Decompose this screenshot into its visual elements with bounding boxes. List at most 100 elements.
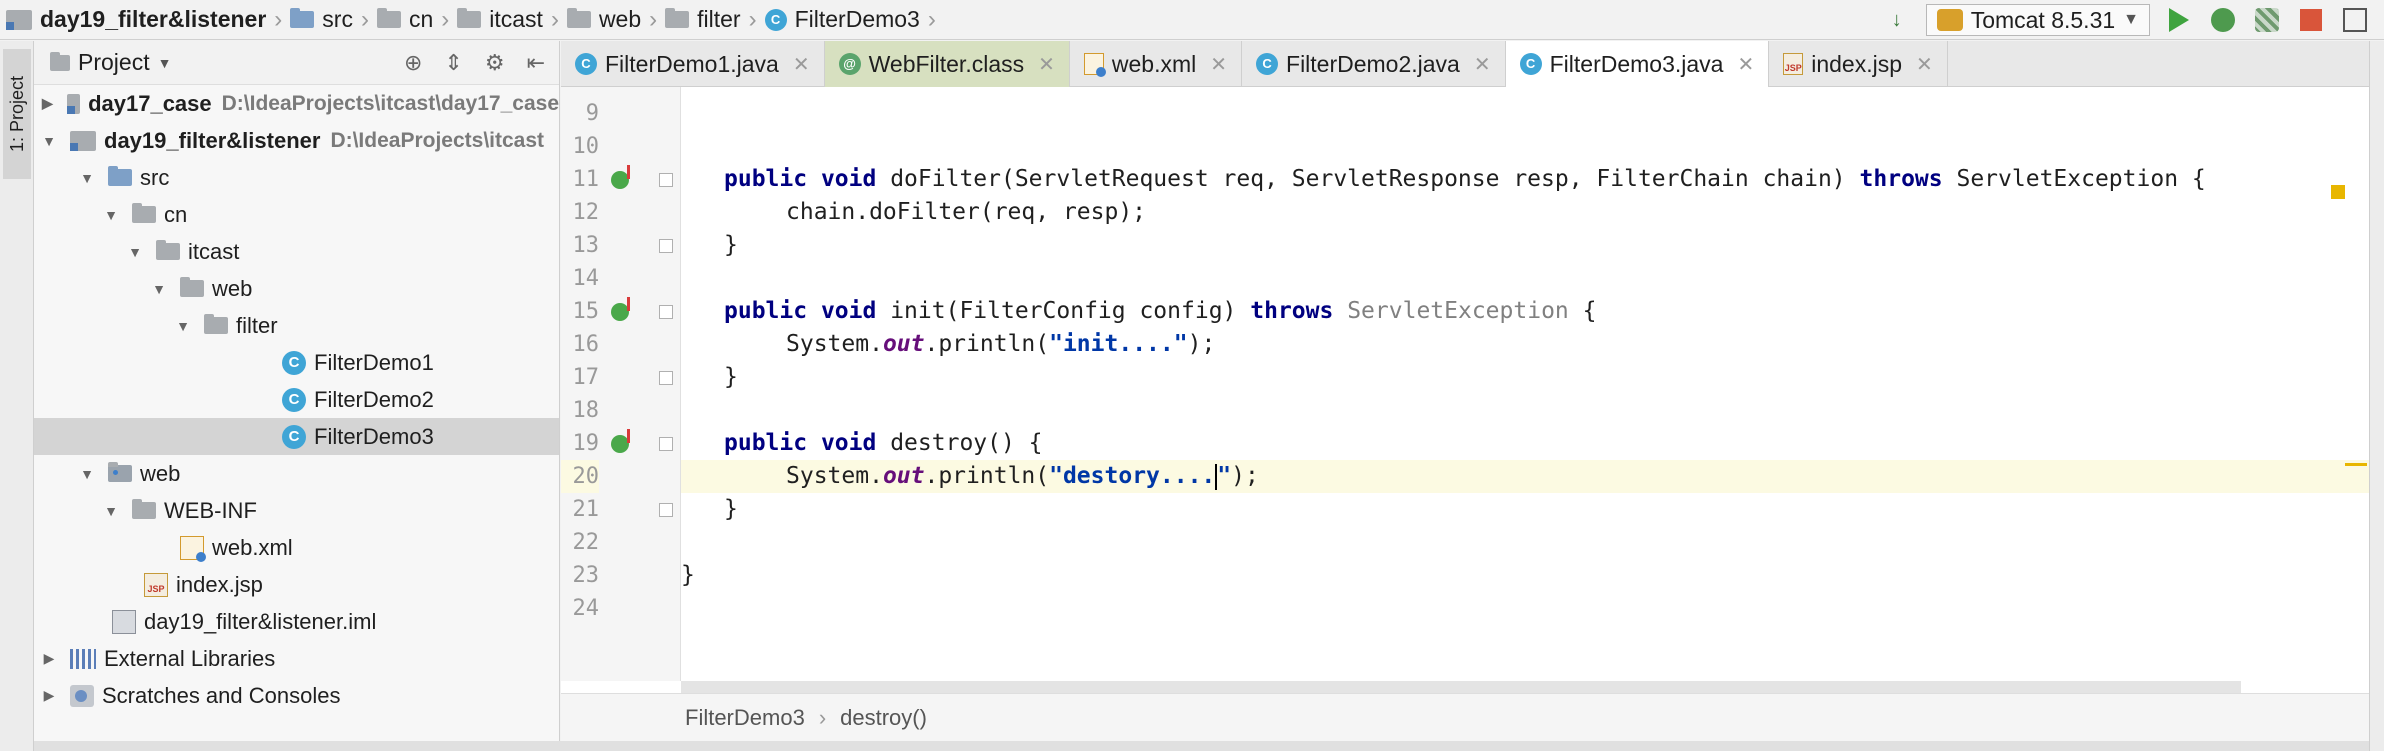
tree-item-index-jsp[interactable]: JSP index.jsp [34,566,559,603]
tab-filterdemo3[interactable]: C FilterDemo3.java ✕ [1505,41,1770,87]
fold-marker-icon[interactable] [659,437,673,451]
stop-button[interactable] [2296,5,2326,35]
crumb-src[interactable]: src [284,6,359,33]
debug-button[interactable] [2208,5,2238,35]
crumb-cn[interactable]: cn [371,6,439,33]
bug-icon [2211,8,2235,32]
crumb-separator: › [550,5,559,33]
code-line-15: public void init(FilterConfig config) th… [724,298,1597,324]
tab-web-xml[interactable]: web.xml ✕ [1070,41,1243,87]
chevron-right-icon[interactable]: ▶ [42,95,53,112]
chevron-down-icon[interactable]: ▼ [80,170,94,186]
chevron-down-icon[interactable]: ▼ [128,244,142,260]
fold-marker-icon[interactable] [659,305,673,319]
warning-stripe[interactable] [2345,463,2367,466]
chevron-down-icon[interactable]: ▼ [80,466,94,482]
class-icon: C [282,350,306,375]
close-icon[interactable]: ✕ [793,52,810,77]
crumb-filter[interactable]: filter [659,6,746,33]
fold-marker-icon[interactable] [659,239,673,253]
coverage-icon [2255,8,2279,32]
crumb-filterdemo3[interactable]: C FilterDemo3 [759,6,926,33]
tree-item-web-package[interactable]: ▼ web [34,270,559,307]
tree-item-filter[interactable]: ▼ filter [34,307,559,344]
close-icon[interactable]: ✕ [1737,52,1754,77]
project-structure-button[interactable] [2340,5,2370,35]
run-configuration-select[interactable]: Tomcat 8.5.31 ▼ [1925,4,2150,36]
tree-item-external-libraries[interactable]: ▶ External Libraries [34,640,559,677]
tree-item-day17-case[interactable]: ▶ day17_case D:\IdeaProjects\itcast\day1… [34,85,559,122]
chevron-right-icon: › [818,704,827,730]
tree-item-filterdemo2[interactable]: C FilterDemo2 [34,381,559,418]
chevron-right-icon[interactable]: ▶ [42,650,56,667]
tree-item-web-folder[interactable]: ▼ web [34,455,559,492]
chevron-down-icon[interactable]: ▼ [158,55,172,71]
hide-panel-icon[interactable]: ⇤ [527,50,545,76]
xml-file-icon [1083,53,1106,77]
editor-breadcrumb: FilterDemo3 › destroy() [561,693,2369,741]
annotation-icon: @ [838,53,861,75]
implements-method-icon[interactable] [611,297,630,321]
line-number: 22 [572,530,600,555]
implements-method-icon[interactable] [611,429,630,453]
chevron-down-icon[interactable]: ▼ [176,318,190,334]
run-button[interactable] [2164,5,2194,35]
chevron-down-icon[interactable]: ▼ [104,207,118,223]
chevron-down-icon[interactable]: ▼ [42,133,56,149]
collapse-all-icon[interactable]: ⇕ [444,50,462,76]
build-icon[interactable]: ↓ [1882,5,1912,35]
close-icon[interactable]: ✕ [1210,52,1227,77]
fold-marker-icon[interactable] [659,173,673,187]
class-icon: C [1519,53,1542,75]
chevron-down-icon[interactable]: ▼ [152,281,166,297]
tree-item-scratches[interactable]: ▶ Scratches and Consoles [34,677,559,714]
close-icon[interactable]: ✕ [1474,52,1491,77]
code-line-11: public void doFilter(ServletRequest req,… [724,166,2206,192]
tree-item-itcast[interactable]: ▼ itcast [34,233,559,270]
panel-tools: ⊕ ⇕ ⚙ ⇤ [404,50,559,76]
line-number: 15 [572,299,600,324]
tree-item-iml[interactable]: day19_filter&listener.iml [34,603,559,640]
chevron-right-icon[interactable]: ▶ [42,687,56,704]
tree-item-web-inf[interactable]: ▼ WEB-INF [34,492,559,529]
tab-webfilter[interactable]: @ WebFilter.class ✕ [824,41,1070,87]
fold-marker-icon[interactable] [659,503,673,517]
package-icon [204,314,228,334]
crumb-project[interactable]: day19_filter&listener [0,6,272,33]
analysis-marker-icon[interactable] [2331,185,2345,199]
left-tool-strip: 1: Project [0,41,34,751]
project-tool-tab[interactable]: 1: Project [3,49,31,179]
tree-item-filterdemo3[interactable]: C FilterDemo3 [34,418,559,455]
close-icon[interactable]: ✕ [1038,52,1055,77]
project-view-select[interactable]: Project [78,49,150,76]
crumb-itcast[interactable]: itcast [451,6,549,33]
tree-item-src[interactable]: ▼ src [34,159,559,196]
line-gutter: 9 10 11 12 13 14 15 16 17 18 19 20 21 22… [561,87,681,681]
tree-item-cn[interactable]: ▼ cn [34,196,559,233]
tree-item-filterdemo1[interactable]: C FilterDemo1 [34,344,559,381]
gear-icon[interactable]: ⚙ [485,50,505,76]
tree-item-web-xml[interactable]: web.xml [34,529,559,566]
locate-icon[interactable]: ⊕ [404,50,422,76]
tab-filterdemo2[interactable]: C FilterDemo2.java ✕ [1242,41,1506,87]
tab-index-jsp[interactable]: JSP index.jsp ✕ [1769,41,1948,87]
chevron-down-icon[interactable]: ▼ [104,503,118,519]
tab-filterdemo1[interactable]: C FilterDemo1.java ✕ [561,41,825,87]
bottom-scrollbar[interactable] [34,741,2369,751]
code-text-area[interactable]: public void doFilter(ServletRequest req,… [681,87,2369,681]
coverage-button[interactable] [2252,5,2282,35]
class-icon: C [282,387,306,412]
line-number: 16 [572,332,600,357]
crumb-separator: › [649,5,658,33]
breadcrumb-method[interactable]: destroy() [840,705,927,731]
breadcrumb-class[interactable]: FilterDemo3 [685,705,805,731]
line-number: 24 [572,596,600,621]
crumb-separator: › [441,5,450,33]
tree-item-day19[interactable]: ▼ day19_filter&listener D:\IdeaProjects\… [34,122,559,159]
line-number: 12 [572,200,600,225]
implements-method-icon[interactable] [611,165,630,189]
crumb-web[interactable]: web [561,6,647,33]
editor-tab-bar: C FilterDemo1.java ✕ @ WebFilter.class ✕… [561,41,2369,87]
close-icon[interactable]: ✕ [1916,52,1933,77]
fold-marker-icon[interactable] [659,371,673,385]
